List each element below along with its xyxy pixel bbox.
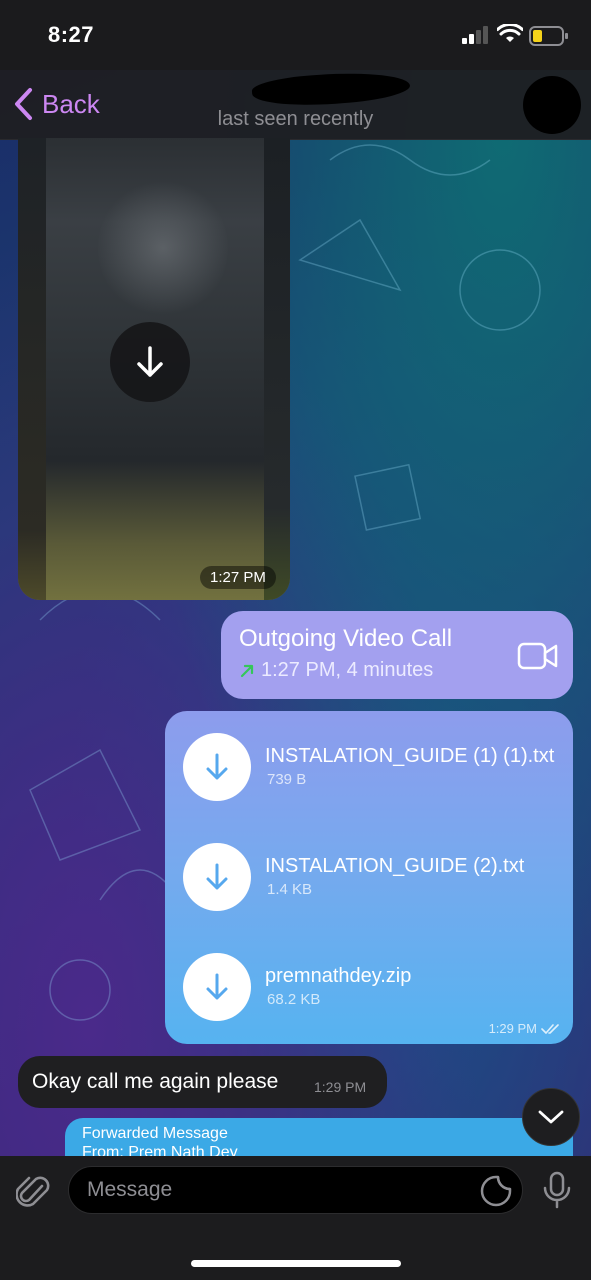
download-icon: [206, 863, 228, 890]
read-checks-icon: [541, 1023, 559, 1034]
file-item[interactable]: INSTALATION_GUIDE (1) (1).txt 739 B: [183, 733, 563, 803]
file-size: 1.4 KB: [267, 881, 313, 898]
call-title: Outgoing Video Call: [239, 625, 453, 652]
download-icon: [206, 973, 228, 1000]
file-name: INSTALATION_GUIDE (2).txt: [265, 855, 525, 877]
file-download-button[interactable]: [183, 843, 251, 911]
outgoing-arrow-icon: [240, 664, 254, 677]
signal-icon: [462, 26, 488, 44]
wifi-icon: [497, 24, 523, 42]
file-size: 68.2 KB: [267, 991, 321, 1008]
files-message-meta: 1:29 PM: [489, 1021, 561, 1036]
file-size: 739 B: [267, 771, 307, 788]
battery-icon: [529, 26, 568, 46]
call-detail-text: 1:27 PM, 4 minutes: [261, 659, 434, 681]
home-indicator: [191, 1260, 401, 1267]
download-icon: [137, 346, 163, 377]
last-seen-status: last seen recently: [217, 108, 374, 130]
message-composer: [0, 1156, 591, 1280]
message-input[interactable]: [68, 1166, 523, 1214]
video-thumbnail-blur: [98, 178, 228, 318]
chevron-down-icon: [538, 1110, 564, 1124]
scroll-to-bottom-button[interactable]: [522, 1088, 580, 1146]
status-bar: 8:27: [0, 0, 591, 70]
contact-name-redacted[interactable]: [251, 68, 411, 110]
message-timestamp: 1:29 PM: [314, 1079, 367, 1095]
video-frame-right: [264, 138, 290, 600]
status-time: 8:27: [48, 22, 95, 47]
incoming-message[interactable]: Okay call me again please 1:29 PM: [18, 1056, 387, 1108]
file-item[interactable]: INSTALATION_GUIDE (2).txt 1.4 KB: [183, 843, 563, 913]
video-camera-icon[interactable]: [517, 641, 559, 671]
outgoing-call-message[interactable]: Outgoing Video Call 1:27 PM, 4 minutes: [221, 611, 573, 699]
file-name: premnathdey.zip: [265, 965, 412, 987]
chat-header: Back last seen recently: [0, 68, 591, 140]
message-text: Okay call me again please: [32, 1070, 279, 1093]
video-message[interactable]: 1:27 PM: [18, 138, 290, 600]
video-download-button[interactable]: [110, 322, 190, 402]
file-item[interactable]: premnathdey.zip 68.2 KB: [183, 953, 563, 1023]
files-timestamp: 1:29 PM: [488, 1021, 537, 1036]
files-message: INSTALATION_GUIDE (1) (1).txt 739 B INST…: [165, 711, 573, 1044]
download-icon: [206, 753, 228, 780]
file-download-button[interactable]: [183, 953, 251, 1021]
call-detail: 1:27 PM, 4 minutes: [239, 659, 433, 682]
forwarded-label: Forwarded Message: [82, 1125, 228, 1142]
microphone-icon[interactable]: [542, 1171, 572, 1209]
file-download-button[interactable]: [183, 733, 251, 801]
avatar[interactable]: [523, 76, 581, 134]
sticker-icon[interactable]: [480, 1175, 512, 1207]
paperclip-icon[interactable]: [16, 1172, 52, 1212]
video-timestamp: 1:27 PM: [200, 566, 276, 589]
video-frame-left: [18, 138, 46, 600]
file-name: INSTALATION_GUIDE (1) (1).txt: [265, 745, 555, 767]
